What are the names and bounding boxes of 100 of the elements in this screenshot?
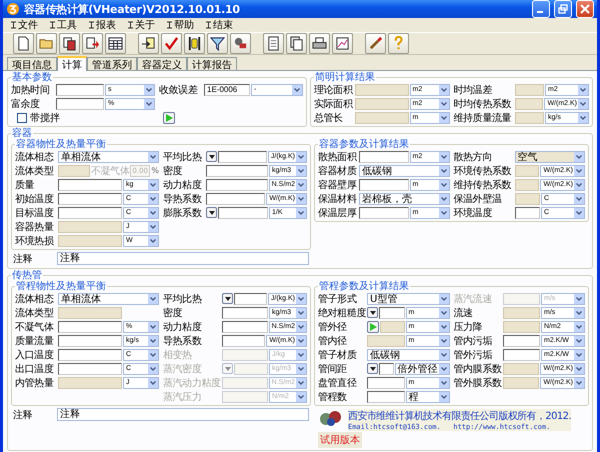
input-field[interactable] bbox=[222, 306, 268, 318]
input-field[interactable] bbox=[355, 98, 408, 110]
chevron-down-icon bbox=[574, 336, 584, 346]
input-field[interactable] bbox=[222, 320, 268, 332]
tab[interactable]: 计算 bbox=[57, 56, 87, 71]
close-icon bbox=[580, 4, 590, 14]
menu-item[interactable]: 关于 bbox=[126, 18, 157, 32]
input-field[interactable] bbox=[502, 320, 540, 332]
input-field[interactable] bbox=[380, 320, 404, 332]
input-field[interactable] bbox=[58, 178, 122, 190]
input-field[interactable] bbox=[58, 348, 122, 360]
field-label: 蒸汽动力粘度 bbox=[163, 376, 221, 390]
input-field[interactable] bbox=[367, 334, 404, 346]
input-field[interactable] bbox=[58, 220, 122, 232]
input-field[interactable] bbox=[58, 164, 90, 176]
input-field[interactable] bbox=[502, 376, 540, 388]
input-field[interactable] bbox=[359, 150, 408, 162]
input-field[interactable] bbox=[206, 164, 268, 176]
input-field[interactable] bbox=[502, 334, 540, 346]
input-field[interactable] bbox=[58, 362, 122, 374]
restore-button[interactable] bbox=[554, 0, 572, 18]
toolbar-button[interactable] bbox=[82, 33, 103, 54]
toolbar-button[interactable] bbox=[138, 33, 159, 54]
input-field[interactable] bbox=[514, 98, 544, 110]
input-field[interactable] bbox=[514, 192, 540, 204]
input-field[interactable] bbox=[359, 178, 408, 190]
input-field[interactable] bbox=[58, 320, 122, 332]
input-field[interactable] bbox=[206, 178, 268, 190]
tab[interactable]: 项目信息 bbox=[7, 57, 57, 70]
input-field[interactable] bbox=[514, 112, 544, 124]
input-field[interactable] bbox=[514, 164, 540, 176]
menu-item[interactable]: 结束 bbox=[204, 18, 235, 32]
option-button[interactable] bbox=[367, 363, 378, 374]
option-button[interactable] bbox=[206, 207, 217, 218]
input-field[interactable] bbox=[379, 306, 404, 318]
input-field[interactable] bbox=[58, 206, 122, 218]
input-field[interactable] bbox=[58, 192, 122, 204]
unit-select[interactable]: 倍外管径 bbox=[394, 362, 450, 374]
input-field[interactable] bbox=[514, 206, 540, 218]
toolbar-button[interactable] bbox=[13, 33, 34, 54]
menu-item[interactable]: 报表 bbox=[87, 18, 118, 32]
input-field[interactable] bbox=[58, 334, 122, 346]
dropdown[interactable]: 岩棉板，壳 bbox=[359, 192, 450, 204]
tab[interactable]: 管道系列 bbox=[87, 57, 137, 70]
input-field[interactable] bbox=[367, 390, 404, 402]
dropdown[interactable]: 单相流体 bbox=[58, 150, 159, 162]
dropdown[interactable]: 空气 bbox=[514, 150, 585, 162]
dropdown[interactable]: 低碳钢 bbox=[359, 164, 450, 176]
input-field[interactable] bbox=[359, 206, 408, 218]
input-field[interactable] bbox=[514, 178, 540, 190]
close-button[interactable] bbox=[576, 0, 594, 18]
option-button[interactable] bbox=[367, 307, 378, 318]
toolbar-button[interactable] bbox=[332, 33, 353, 54]
input-field[interactable] bbox=[218, 150, 267, 162]
toolbar-button[interactable] bbox=[263, 33, 284, 54]
input-field[interactable] bbox=[379, 362, 394, 374]
minimize-button[interactable] bbox=[532, 0, 550, 18]
input-field[interactable] bbox=[502, 348, 540, 360]
field-label: 膨胀系数 bbox=[163, 206, 202, 220]
input-field[interactable] bbox=[502, 362, 540, 374]
checkbox[interactable] bbox=[17, 112, 27, 122]
menu-item[interactable]: 工具 bbox=[48, 18, 79, 32]
input-field[interactable] bbox=[514, 84, 544, 96]
dropdown[interactable]: 单相流体 bbox=[58, 292, 159, 304]
input-field[interactable]: 注释 bbox=[57, 408, 309, 421]
run-button[interactable] bbox=[163, 112, 175, 124]
input-field[interactable]: 注释 bbox=[57, 252, 309, 265]
chevron-down-icon bbox=[574, 364, 584, 374]
input-field[interactable] bbox=[58, 376, 122, 388]
run-button[interactable] bbox=[367, 320, 379, 332]
toolbar-button[interactable] bbox=[59, 33, 80, 54]
input-field[interactable] bbox=[58, 306, 122, 318]
option-button[interactable] bbox=[206, 151, 217, 162]
menu-item[interactable]: 帮助 bbox=[165, 18, 196, 32]
toolbar-button[interactable] bbox=[207, 33, 228, 54]
tab[interactable]: 容器定义 bbox=[137, 57, 187, 70]
input-field[interactable] bbox=[367, 376, 404, 388]
input-field[interactable] bbox=[218, 206, 268, 218]
input-field[interactable] bbox=[355, 84, 408, 96]
field-label: 流速 bbox=[454, 306, 474, 320]
menu-item[interactable]: 文件 bbox=[9, 18, 40, 32]
chevron-down-icon bbox=[296, 152, 306, 162]
unit-select[interactable]: 程 bbox=[406, 390, 450, 402]
input-field[interactable] bbox=[206, 192, 266, 204]
input-field[interactable] bbox=[58, 234, 122, 246]
input-field[interactable] bbox=[502, 306, 540, 318]
input-field[interactable] bbox=[56, 98, 104, 110]
input-field[interactable] bbox=[355, 112, 408, 124]
option-button[interactable] bbox=[222, 293, 233, 304]
input-field[interactable] bbox=[234, 292, 267, 304]
dropdown[interactable]: U型管 bbox=[367, 292, 450, 304]
toolbar-button[interactable] bbox=[184, 33, 205, 54]
tab[interactable]: 计算报告 bbox=[187, 57, 237, 70]
input-field[interactable]: 1E-0006 bbox=[204, 84, 250, 96]
toolbar-button[interactable] bbox=[286, 33, 307, 54]
toolbar-button[interactable] bbox=[309, 33, 330, 54]
input-field[interactable] bbox=[56, 84, 104, 96]
input-field[interactable] bbox=[222, 334, 266, 346]
toolbar-button[interactable] bbox=[105, 33, 126, 54]
dropdown[interactable]: 低碳钢 bbox=[367, 348, 450, 360]
